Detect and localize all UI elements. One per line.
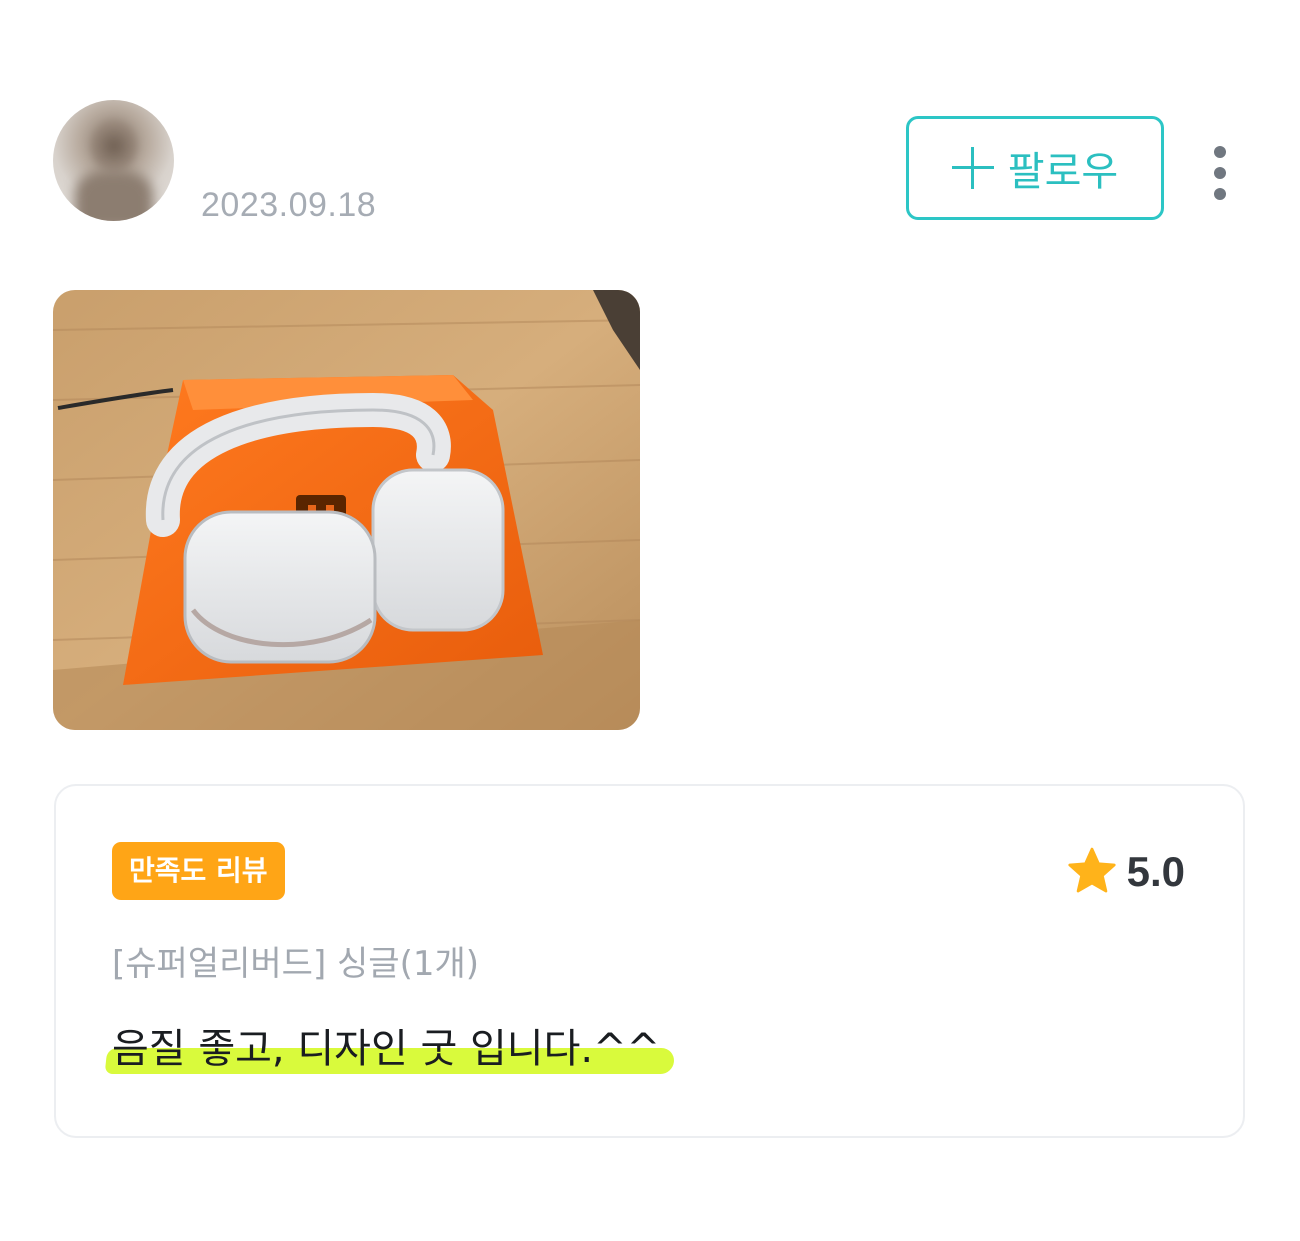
follow-button[interactable]: 팔로우 <box>906 116 1164 220</box>
review-date: 2023.09.18 <box>201 186 377 224</box>
follow-label: 팔로우 <box>1007 149 1119 195</box>
review-text: 음질 좋고, 디자인 굿 입니다.^^ <box>112 1026 661 1072</box>
satisfaction-review-badge: 만족도 리뷰 <box>112 842 285 900</box>
user-avatar[interactable] <box>53 100 174 221</box>
rating: 5.0 <box>1065 842 1185 902</box>
review-card: 만족도 리뷰 5.0 [슈퍼얼리버드] 싱글(1개) 음질 좋고, 디자인 굿 … <box>54 784 1245 1138</box>
more-vertical-icon[interactable] <box>1204 140 1236 206</box>
plus-icon <box>951 147 994 189</box>
purchase-option: [슈퍼얼리버드] 싱글(1개) <box>112 944 480 984</box>
review-text-block: 음질 좋고, 디자인 굿 입니다.^^ <box>104 1016 676 1082</box>
review-photo[interactable] <box>53 290 640 730</box>
rating-value: 5.0 <box>1126 848 1185 895</box>
star-icon <box>1067 847 1116 893</box>
